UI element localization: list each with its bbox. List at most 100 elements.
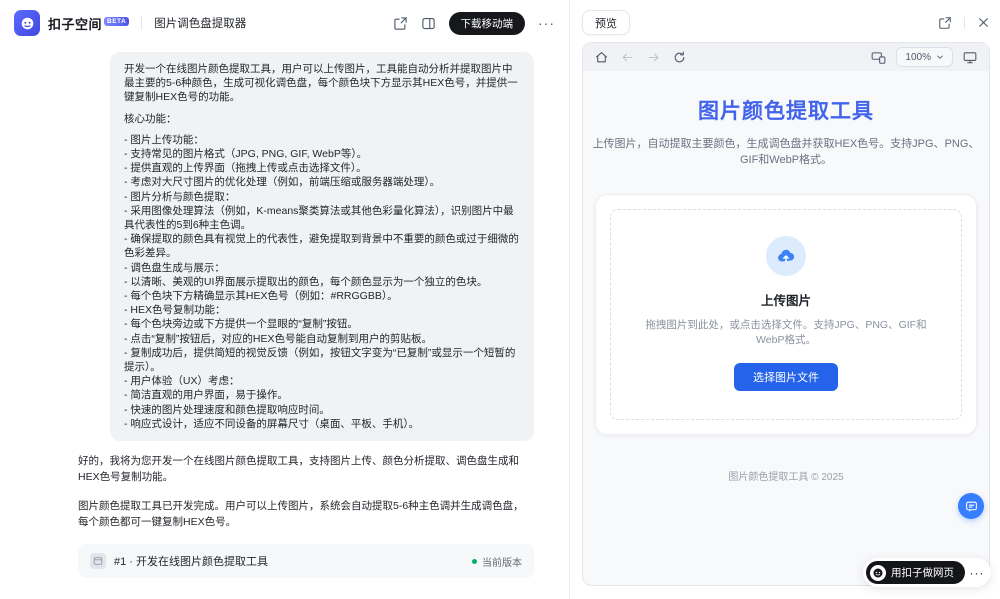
tab-preview[interactable]: 预览 [582,10,630,35]
back-button[interactable] [621,51,634,64]
user-message-line: - 每个色块下方精确显示其HEX色号（例如：#RRGGBB）。 [124,289,520,303]
current-version-text: 当前版本 [482,554,522,569]
coze-face-icon [872,567,884,579]
page-title: 图片颜色提取工具 [698,95,874,125]
coze-face-icon [19,15,36,32]
user-message-line: - 每个色块旁边或下方提供一个显眼的“复制”按钮。 [124,317,520,331]
chat-scroll-area[interactable]: 开发一个在线图片颜色提取工具，用户可以上传图片，工具能自动分析并提取图片中最主要… [0,46,569,599]
made-with-coze-button[interactable]: 用扣子做网页 [866,561,965,584]
header-divider [141,16,142,30]
arrow-right-icon [647,51,660,64]
toggle-panel-button[interactable] [421,16,436,31]
page-footer: 图片颜色提取工具 © 2025 [728,468,843,483]
user-message-line: - 以清晰、美观的UI界面展示提取出的颜色，每个颜色显示为一个独立的色块。 [124,275,520,289]
responsive-mode-button[interactable] [871,51,886,64]
share-icon [938,16,952,30]
artifact-icon [90,553,106,569]
more-menu-button[interactable]: ··· [538,16,555,30]
arrow-left-icon [621,51,634,64]
user-message-line: - 快速的图片处理速度和颜色提取响应时间。 [124,403,520,417]
preview-share-button[interactable] [938,16,952,30]
toolbar-right: 100% [871,47,977,67]
user-message-line: 核心功能： [124,112,520,126]
user-message-lines: 开发一个在线图片颜色提取工具，用户可以上传图片，工具能自动分析并提取图片中最主要… [124,62,520,431]
devices-icon [871,51,886,64]
user-message-line: - 支持常见的图片格式（JPG, PNG, GIF, WebP等）。 [124,147,520,161]
user-message-line: - 图片分析与颜色提取： [124,190,520,204]
coze-badge-wrap: 用扣子做网页 ··· [863,558,991,587]
zoom-select[interactable]: 100% [896,47,953,67]
share-icon [393,16,408,31]
coze-logo-icon [870,565,886,581]
user-message-line [124,126,520,133]
upload-dropzone[interactable]: 上传图片 拖拽图片到此处，或点击选择文件。支持JPG、PNG、GIF和WebP格… [610,209,962,420]
home-button[interactable] [595,51,608,64]
user-message-line: - 图片上传功能： [124,133,520,147]
browser-preview-frame: 100% 图片颜色提取工具 上传图片，自动提取主要颜色，生成调色盘并获取HEX色… [582,42,990,586]
header-actions: 下载移动端 ··· [393,12,556,35]
user-message-line: - 确保提取的颜色具有视觉上的代表性，避免提取到背景中不重要的颜色或过于细微的色… [124,232,520,260]
assistant-message: 好的，我将为您开发一个在线图片颜色提取工具，支持图片上传、颜色分析提取、调色盘生… [78,454,534,530]
preview-panel: 预览 [570,0,1000,599]
coze-badge-label: 用扣子做网页 [891,565,954,580]
user-message-bubble: 开发一个在线图片颜色提取工具，用户可以上传图片，工具能自动分析并提取图片中最主要… [110,52,534,441]
user-message-line: - 考虑对大尺寸图片的优化处理（例如，前端压缩或服务器端处理）。 [124,175,520,189]
assistant-paragraphs: 好的，我将为您开发一个在线图片颜色提取工具，支持图片上传、颜色分析提取、调色盘生… [78,454,534,530]
ellipsis-icon: ··· [538,16,555,30]
actions-divider [964,17,965,29]
upload-description: 拖拽图片到此处，或点击选择文件。支持JPG、PNG、GIF和WebP格式。 [635,318,937,348]
preview-page: 图片颜色提取工具 上传图片，自动提取主要颜色，生成调色盘并获取HEX色号。支持J… [583,71,989,585]
zoom-level: 100% [905,52,931,63]
close-icon [977,16,990,29]
feedback-chat-button[interactable] [958,493,984,519]
forward-button[interactable] [647,51,660,64]
refresh-icon [673,51,686,64]
coze-space-logo[interactable] [14,10,40,36]
chevron-down-icon [936,53,944,61]
refresh-button[interactable] [673,51,686,64]
assistant-paragraph: 好的，我将为您开发一个在线图片颜色提取工具，支持图片上传、颜色分析提取、调色盘生… [78,454,534,485]
badge-more-button[interactable]: ··· [965,566,989,580]
user-message-line: - 响应式设计，适应不同设备的屏幕尺寸（桌面、平板、手机）。 [124,417,520,431]
app-window: 扣子空间BETA 图片调色盘提取器 下载移动端 ··· [0,0,1000,599]
beta-badge: BETA [104,17,129,26]
user-message-line: - 简洁直观的用户界面，易于操作。 [124,388,520,402]
chat-bubble-icon [965,500,978,513]
user-message-line: - 提供直观的上传界面（拖拽上传或点击选择文件）。 [124,161,520,175]
user-message-line: - 调色盘生成与展示： [124,261,520,275]
user-message-line: - 用户体验（UX）考虑： [124,374,520,388]
upload-card: 上传图片 拖拽图片到此处，或点击选择文件。支持JPG、PNG、GIF和WebP格… [595,194,977,435]
current-version-dot [472,559,477,564]
split-panel-icon [421,16,436,31]
browser-toolbar: 100% [583,43,989,71]
external-display-icon [963,51,977,64]
fullscreen-button[interactable] [963,51,977,64]
close-preview-button[interactable] [977,16,990,29]
version-status: 当前版本 [472,554,522,569]
user-message-line: - 采用图像处理算法（例如，K-means聚类算法或其他色彩量化算法），识别图片… [124,204,520,232]
share-button[interactable] [393,16,408,31]
version-card[interactable]: #1 · 开发在线图片颜色提取工具 当前版本 [78,544,534,578]
preview-header: 预览 [582,10,990,35]
cloud-upload-icon [776,246,796,266]
left-header: 扣子空间BETA 图片调色盘提取器 下载移动端 ··· [0,0,569,46]
user-message-line: - 复制成功后，提供简短的视觉反馈（例如，按钮文字变为“已复制”或显示一个短暂的… [124,346,520,374]
select-file-button[interactable]: 选择图片文件 [734,363,838,391]
upload-icon-circle [766,236,806,276]
doc-title: 图片调色盘提取器 [154,15,246,31]
brand-name: 扣子空间BETA [48,14,129,33]
brand-text: 扣子空间 [48,17,102,32]
user-message-line: - 点击“复制”按钮后，对应的HEX色号能自动复制到用户的剪贴板。 [124,332,520,346]
assistant-paragraph: 图片颜色提取工具已开发完成。用户可以上传图片，系统会自动提取5-6种主色调并生成… [78,499,534,530]
code-window-icon [93,556,103,566]
chat-panel: 扣子空间BETA 图片调色盘提取器 下载移动端 ··· [0,0,570,599]
version-label: #1 · 开发在线图片颜色提取工具 [114,553,268,569]
download-mobile-button[interactable]: 下载移动端 [449,12,526,35]
home-icon [595,51,608,64]
user-message-line: 开发一个在线图片颜色提取工具，用户可以上传图片，工具能自动分析并提取图片中最主要… [124,62,520,105]
upload-heading: 上传图片 [761,290,811,309]
preview-actions [938,16,990,30]
page-subtitle: 上传图片，自动提取主要颜色，生成调色盘并获取HEX色号。支持JPG、PNG、GI… [592,136,980,168]
user-message-line: - HEX色号复制功能： [124,303,520,317]
user-message-line [124,105,520,112]
